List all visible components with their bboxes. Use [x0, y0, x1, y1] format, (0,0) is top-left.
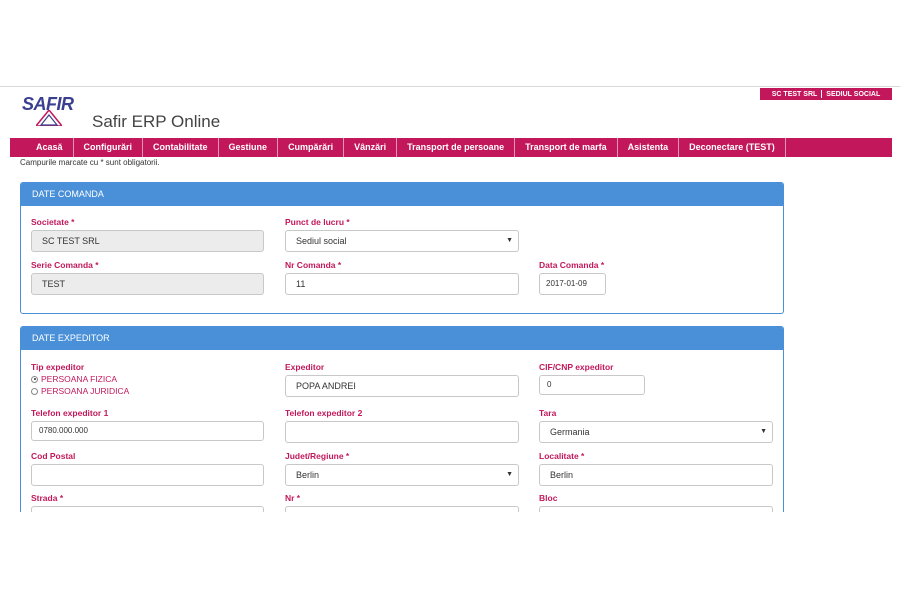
panel-title-expeditor: DATE EXPEDITOR [21, 327, 783, 350]
field-societate: Societate * SC TEST SRL [31, 217, 264, 252]
field-serie-comanda: Serie Comanda * TEST [31, 260, 264, 295]
company-bar-separator [821, 90, 823, 98]
label-data-comanda: Data Comanda * [539, 260, 605, 270]
field-tip-expeditor: Tip expeditor PERSOANA FIZICA PERSOANA J… [31, 362, 129, 397]
judet-select[interactable]: Berlin ▼ [285, 464, 519, 486]
label-cod-postal: Cod Postal [31, 451, 76, 461]
safir-logo[interactable]: SAFIR [22, 94, 86, 128]
radio-persoana-fizica[interactable]: PERSOANA FIZICA [31, 373, 129, 385]
label-nr-comanda: Nr Comanda * [285, 260, 342, 270]
field-nr-comanda: Nr Comanda * 11 [285, 260, 519, 295]
nav-configurari[interactable]: Configurări [74, 138, 144, 157]
main-navbar: Acasă Configurări Contabilitate Gestiune… [10, 138, 892, 157]
nr-comanda-input[interactable]: 11 [285, 273, 519, 295]
nav-deconectare[interactable]: Deconectare (TEST) [679, 138, 786, 157]
panel-date-expeditor: DATE EXPEDITOR Tip expeditor PERSOANA FI… [20, 326, 784, 528]
judet-value: Berlin [296, 470, 320, 480]
panel-title-comanda: DATE COMANDA [21, 183, 783, 206]
chevron-down-icon: ▼ [760, 428, 767, 435]
logo-triangle-icon [36, 110, 62, 126]
label-telefon-1: Telefon expeditor 1 [31, 408, 109, 418]
radio-selected-icon[interactable] [31, 375, 38, 383]
browser-frame-divider [0, 86, 900, 87]
label-telefon-2: Telefon expeditor 2 [285, 408, 363, 418]
societate-input[interactable]: SC TEST SRL [31, 230, 264, 252]
field-cod-postal: Cod Postal [31, 451, 264, 486]
nav-gestiune[interactable]: Gestiune [219, 138, 279, 157]
label-judet: Judet/Regiune * [285, 451, 350, 461]
tara-value: Germania [550, 427, 590, 437]
tara-select[interactable]: Germania ▼ [539, 421, 773, 443]
radio-label-fizica: PERSOANA FIZICA [41, 374, 118, 384]
data-comanda-input[interactable]: 2017-01-09 [539, 273, 606, 295]
field-cif-cnp: CIF/CNP expeditor 0 [539, 362, 645, 395]
label-punct-lucru: Punct de lucru * [285, 217, 350, 227]
serie-comanda-input[interactable]: TEST [31, 273, 264, 295]
company-bar[interactable]: SC TEST SRL SEDIUL SOCIAL [760, 88, 892, 100]
label-strada: Strada * [31, 493, 64, 503]
field-judet: Judet/Regiune * Berlin ▼ [285, 451, 519, 486]
required-fields-note: Campurile marcate cu * sunt obligatorii. [20, 158, 160, 167]
cif-cnp-input[interactable]: 0 [539, 375, 645, 395]
label-nr: Nr * [285, 493, 301, 503]
label-localitate: Localitate * [539, 451, 585, 461]
telefon-2-input[interactable] [285, 421, 519, 443]
label-tip-expeditor: Tip expeditor [31, 362, 85, 372]
radio-unselected-icon[interactable] [31, 387, 38, 395]
company-name: SC TEST SRL [771, 90, 818, 98]
nav-acasa[interactable]: Acasă [10, 138, 74, 157]
label-bloc: Bloc [539, 493, 558, 503]
expeditor-input[interactable]: POPA ANDREI [285, 375, 519, 397]
label-cif-cnp: CIF/CNP expeditor [539, 362, 614, 372]
radio-label-juridica: PERSOANA JURIDICA [41, 386, 130, 396]
panel-date-comanda: DATE COMANDA Societate * SC TEST SRL Pun… [20, 182, 784, 314]
nav-transport-marfa[interactable]: Transport de marfa [515, 138, 618, 157]
field-telefon-1: Telefon expeditor 1 0780.000.000 [31, 408, 264, 441]
chevron-down-icon: ▼ [506, 471, 513, 478]
telefon-1-input[interactable]: 0780.000.000 [31, 421, 264, 441]
field-localitate: Localitate * Berlin [539, 451, 773, 486]
nav-vanzari[interactable]: Vânzări [344, 138, 398, 157]
label-serie-comanda: Serie Comanda * [31, 260, 99, 270]
field-data-comanda: Data Comanda * 2017-01-09 [539, 260, 606, 295]
field-telefon-2: Telefon expeditor 2 [285, 408, 519, 443]
field-expeditor: Expeditor POPA ANDREI [285, 362, 519, 397]
company-location: SEDIUL SOCIAL [826, 90, 881, 98]
chevron-down-icon: ▼ [506, 237, 513, 244]
label-expeditor: Expeditor [285, 362, 325, 372]
nav-cumparari[interactable]: Cumpărări [278, 138, 345, 157]
field-punct-lucru: Punct de lucru * Sediul social ▼ [285, 217, 519, 252]
nav-contabilitate[interactable]: Contabilitate [143, 138, 219, 157]
field-tara: Tara Germania ▼ [539, 408, 773, 443]
punct-lucru-select[interactable]: Sediul social ▼ [285, 230, 519, 252]
label-societate: Societate * [31, 217, 75, 227]
radio-persoana-juridica[interactable]: PERSOANA JURIDICA [31, 385, 129, 397]
punct-lucru-value: Sediul social [296, 236, 347, 246]
label-tara: Tara [539, 408, 557, 418]
cod-postal-input[interactable] [31, 464, 264, 486]
localitate-input[interactable]: Berlin [539, 464, 773, 486]
nav-asistenta[interactable]: Asistenta [618, 138, 680, 157]
app-title: Safir ERP Online [92, 112, 221, 131]
nav-transport-persoane[interactable]: Transport de persoane [397, 138, 516, 157]
viewport-clip [0, 512, 900, 600]
